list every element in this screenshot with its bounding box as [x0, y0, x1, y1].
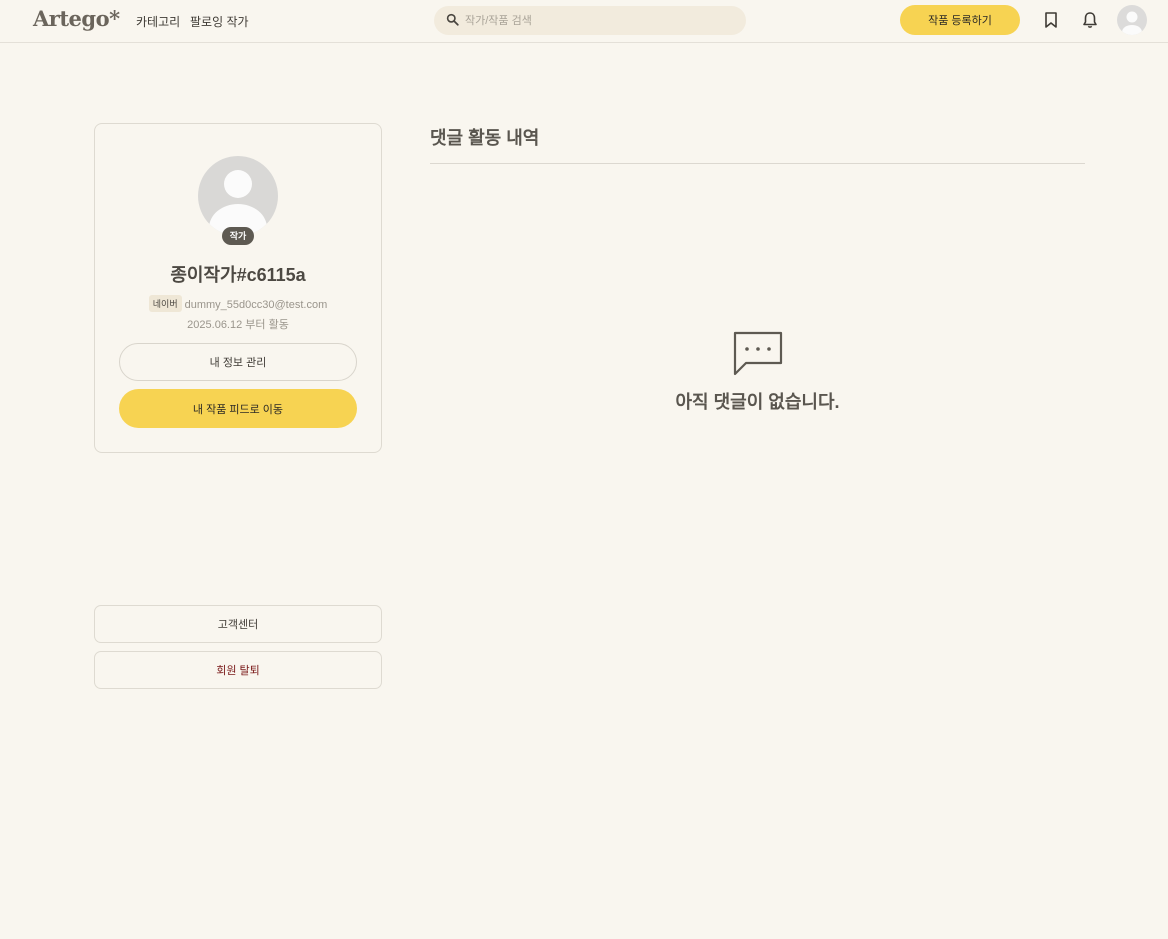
customer-center-button[interactable]: 고객센터 — [94, 605, 382, 643]
profile-card: 작가 종이작가#c6115a 네이버 dummy_55d0cc30@test.co… — [94, 123, 382, 453]
email-row: 네이버 dummy_55d0cc30@test.com — [95, 295, 381, 312]
user-silhouette-icon — [209, 170, 267, 236]
nav-category[interactable]: 카테고리 — [136, 13, 180, 30]
search-icon — [446, 13, 459, 26]
nav-following-artists[interactable]: 팔로잉 작가 — [190, 13, 249, 30]
go-to-feed-button[interactable]: 내 작품 피드로 이동 — [119, 389, 357, 428]
logo[interactable]: Artego* — [33, 6, 120, 31]
profile-email: dummy_55d0cc30@test.com — [184, 299, 328, 311]
search-input[interactable] — [465, 11, 735, 30]
top-header: Artego* 카테고리 팔로잉 작가 작품 등록하기 — [0, 0, 1168, 43]
withdraw-button[interactable]: 회원 탈퇴 — [94, 651, 382, 689]
bell-icon[interactable] — [1080, 10, 1100, 30]
divider — [430, 163, 1085, 164]
empty-state-message: 아직 댓글이 없습니다. — [675, 392, 840, 412]
user-avatar[interactable] — [1117, 5, 1147, 35]
register-artwork-button[interactable]: 작품 등록하기 — [900, 5, 1020, 35]
profile-nickname: 종이작가#c6115a — [170, 265, 306, 285]
profile-avatar — [198, 156, 278, 236]
bookmark-icon[interactable] — [1041, 10, 1061, 30]
login-provider-badge: 네이버 — [148, 295, 182, 312]
manage-info-button[interactable]: 내 정보 관리 — [119, 343, 357, 381]
user-silhouette-icon — [1122, 11, 1142, 35]
activity-since: 2025.06.12 부터 활동 — [187, 319, 289, 331]
comment-icon — [733, 331, 783, 376]
role-badge: 작가 — [222, 227, 254, 245]
search-bar — [434, 6, 746, 35]
page-title: 댓글 활동 내역 — [430, 128, 540, 148]
